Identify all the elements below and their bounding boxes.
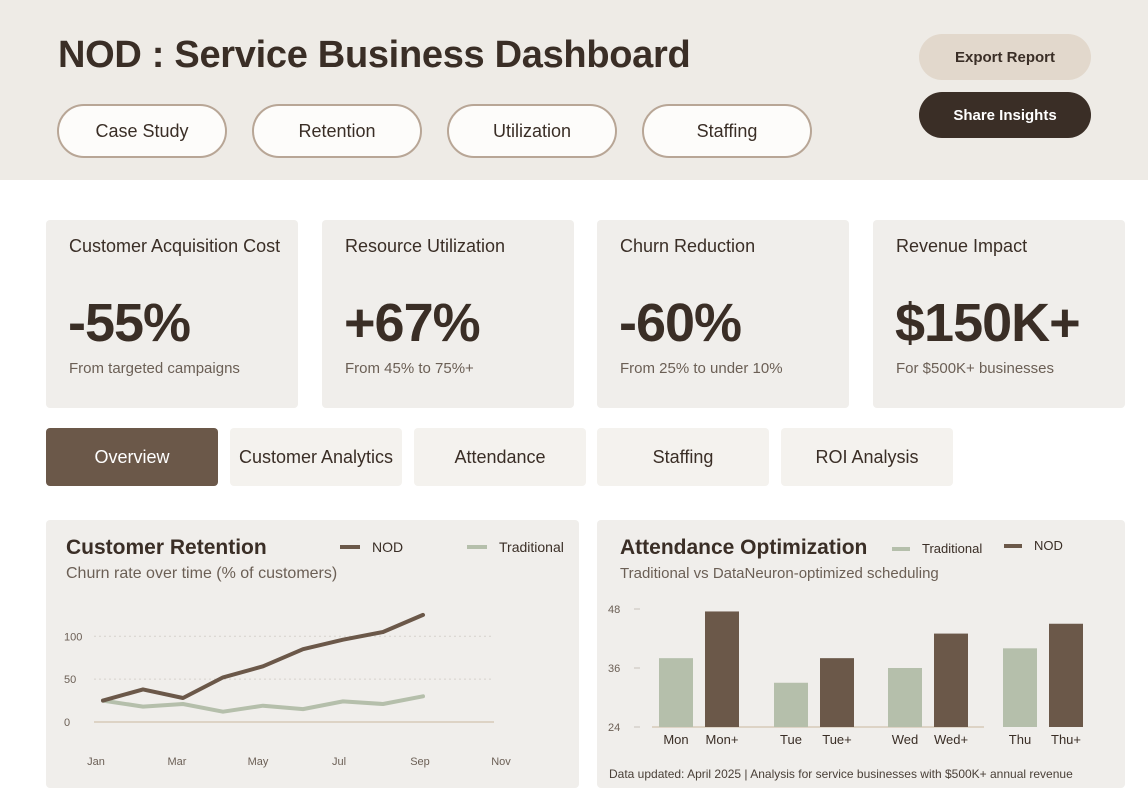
x-tick-label: Thu+ [1051, 732, 1081, 747]
y-tick-label: 100 [64, 631, 82, 643]
kpi-subtitle: For $500K+ businesses [896, 360, 1055, 377]
kpi-title: Customer Acquisition Cost [69, 236, 281, 256]
attendance-optimization-panel: Attendance Optimization Traditional vs D… [597, 520, 1125, 788]
attendance-bar-chart: 24 36 48 Mon Mon+ Tue Tue+ Wed Wed+ Thu Thu+ [608, 604, 1083, 747]
bar-traditional [774, 682, 808, 727]
x-tick-label: Mon+ [706, 732, 739, 747]
tab-overview[interactable]: Overview [46, 428, 218, 486]
kpi-card-acquisition-cost: Customer Acquisition Cost -55% From targ… [46, 220, 298, 408]
bar-nod [934, 633, 968, 727]
retention-line-chart: 0 50 100 Jan Mar May Jul Sep Nov [64, 612, 511, 768]
customer-retention-panel: Customer Retention Churn rate over time … [46, 520, 579, 788]
x-tick-label: Jul [332, 756, 346, 768]
kpi-title: Churn Reduction [620, 236, 756, 256]
nav-pill-retention[interactable]: Retention [252, 104, 422, 158]
kpi-title: Resource Utilization [345, 236, 506, 256]
series-line-traditional [101, 694, 425, 714]
x-tick-label: Tue+ [822, 732, 852, 747]
y-tick-label: 50 [64, 674, 76, 686]
kpi-card-revenue-impact: Revenue Impact $150K+ For $500K+ busines… [873, 220, 1125, 408]
header-bar: NOD : Service Business Dashboard Case St… [0, 0, 1148, 180]
page-title: NOD : Service Business Dashboard [58, 34, 691, 76]
kpi-title: Revenue Impact [896, 236, 1028, 256]
y-tick-label: 48 [608, 604, 620, 616]
bar-traditional [659, 658, 693, 727]
x-tick-label: Mar [168, 756, 187, 768]
bar-nod [820, 658, 854, 727]
y-tick-label: 0 [64, 717, 70, 729]
kpi-value: -60% [619, 293, 742, 353]
x-tick-label: Tue [780, 732, 802, 747]
x-tick-label: Nov [491, 756, 511, 768]
series-line-nod [101, 612, 425, 703]
kpi-subtitle: From targeted campaigns [69, 360, 240, 377]
bar-traditional [888, 668, 922, 727]
x-tick-label: Mon [663, 732, 688, 747]
export-report-button[interactable]: Export Report [919, 34, 1091, 80]
tab-staffing[interactable]: Staffing [597, 428, 769, 486]
tab-attendance[interactable]: Attendance [414, 428, 586, 486]
x-tick-label: May [248, 756, 269, 768]
kpi-value: -55% [68, 293, 191, 353]
kpi-card-churn-reduction: Churn Reduction -60% From 25% to under 1… [597, 220, 849, 408]
kpi-subtitle: From 25% to under 10% [620, 360, 783, 377]
x-tick-label: Wed+ [934, 732, 968, 747]
nav-pill-case-study[interactable]: Case Study [57, 104, 227, 158]
share-insights-button[interactable]: Share Insights [919, 92, 1091, 138]
bar-traditional [1003, 648, 1037, 727]
tab-customer-analytics[interactable]: Customer Analytics [230, 428, 402, 486]
bar-nod [1049, 623, 1083, 727]
kpi-card-resource-utilization: Resource Utilization +67% From 45% to 75… [322, 220, 574, 408]
y-tick-label: 36 [608, 663, 620, 675]
kpi-subtitle: From 45% to 75%+ [345, 360, 474, 377]
x-tick-label: Jan [87, 756, 105, 768]
x-tick-label: Wed [892, 732, 919, 747]
kpi-value: +67% [344, 293, 481, 353]
y-tick-label: 24 [608, 722, 620, 734]
x-tick-label: Thu [1009, 732, 1031, 747]
nav-pill-utilization[interactable]: Utilization [447, 104, 617, 158]
tab-roi-analysis[interactable]: ROI Analysis [781, 428, 953, 486]
bar-nod [705, 611, 739, 727]
x-tick-label: Sep [410, 756, 430, 768]
kpi-value: $150K+ [895, 293, 1081, 353]
nav-pill-staffing[interactable]: Staffing [642, 104, 812, 158]
data-updated-footnote: Data updated: April 2025 | Analysis for … [609, 767, 1073, 781]
